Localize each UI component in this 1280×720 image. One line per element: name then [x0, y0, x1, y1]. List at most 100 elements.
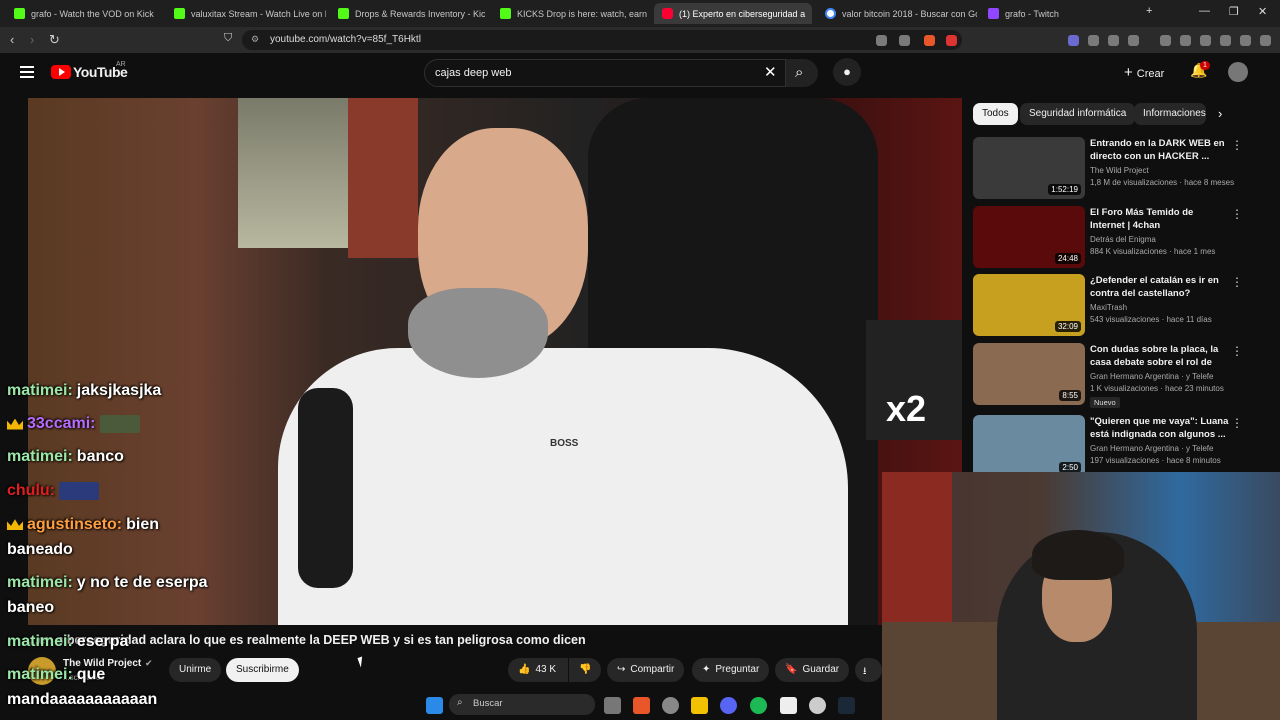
more-options-icon[interactable]: ⋮	[1231, 275, 1243, 289]
browser-tab[interactable]: valuxitax Stream - Watch Live on Kick	[166, 3, 326, 24]
settings-icon[interactable]	[662, 697, 679, 714]
more-options-icon[interactable]: ⋮	[1231, 416, 1243, 430]
forward-icon[interactable]: ›	[30, 32, 34, 47]
brave-rewards-icon[interactable]	[946, 35, 957, 46]
extension-icon[interactable]	[1068, 35, 1079, 46]
more-options-icon[interactable]: ⋮	[1231, 207, 1243, 221]
steam-icon[interactable]	[838, 697, 855, 714]
chat-emote-icon	[99, 415, 140, 433]
create-button[interactable]: + Crear	[1124, 64, 1164, 81]
reload-icon[interactable]: ↻	[49, 32, 60, 48]
more-options-icon[interactable]: ⋮	[1231, 138, 1243, 152]
video-title[interactable]: Entrando en la DARK WEB en directo con u…	[1090, 138, 1230, 163]
channel-name[interactable]: Gran Hermano Argentina · y Telefe	[1090, 372, 1213, 381]
channel-name[interactable]: MaxiTrash	[1090, 303, 1127, 312]
spotify-icon[interactable]	[750, 697, 767, 714]
file-explorer-icon[interactable]	[691, 697, 708, 714]
voice-search-icon[interactable]: ●	[833, 58, 861, 86]
search-button[interactable]: ⌕	[786, 59, 818, 87]
browser-tab-strip: grafo - Watch the VOD on Kick valuxitax …	[0, 0, 1280, 27]
hamburger-menu-icon[interactable]	[20, 66, 34, 78]
download-button[interactable]: ⭳	[855, 658, 882, 682]
leo-icon[interactable]	[1220, 35, 1231, 46]
channel-name[interactable]: Detrás del Enigma	[1090, 235, 1156, 244]
share-button[interactable]: ↪ Compartir	[607, 658, 685, 682]
recommended-video[interactable]: 24:48 El Foro Más Temido de Internet | 4…	[973, 206, 1253, 272]
search-input[interactable]: cajas deep web	[424, 59, 786, 87]
back-icon[interactable]: ‹	[10, 32, 14, 47]
chevron-right-icon[interactable]: ›	[1218, 106, 1222, 121]
video-title[interactable]: El Foro Más Temido de Internet | 4chan	[1090, 207, 1230, 232]
channel-name[interactable]: The Wild Project	[1090, 166, 1149, 175]
sidebar-icon[interactable]	[1180, 35, 1191, 46]
ask-label: Preguntar	[715, 664, 760, 675]
new-tab-icon[interactable]: +	[1146, 5, 1152, 17]
thumbs-down-icon: 👎	[579, 664, 592, 675]
windows-start-icon[interactable]	[426, 697, 443, 714]
video-title[interactable]: ¿Defender el catalán es ir en contra del…	[1090, 275, 1230, 300]
browser-tab[interactable]: KICKS Drop is here: watch, earn entr	[492, 3, 647, 24]
ask-button[interactable]: ✦ Preguntar	[692, 658, 770, 682]
share-icon[interactable]	[899, 35, 910, 46]
video-thumbnail[interactable]: 1:52:19	[973, 137, 1085, 199]
host-shirt	[278, 348, 848, 625]
browser-tab[interactable]: grafo - Twitch	[980, 3, 1090, 24]
obs-icon[interactable]	[780, 697, 797, 714]
chip-label: Informaciones	[1143, 108, 1206, 119]
webcam-poster	[882, 472, 952, 622]
like-button[interactable]: 👍 43 K	[508, 658, 568, 682]
clear-search-icon[interactable]: ✕	[764, 63, 777, 81]
close-window-icon[interactable]: ✕	[1258, 5, 1267, 18]
chat-username: matimei:	[7, 448, 73, 465]
minimize-icon[interactable]: —	[1199, 5, 1210, 17]
taskbar-search[interactable]: ⌕ Buscar	[449, 694, 595, 715]
screen-cast-icon[interactable]	[876, 35, 887, 46]
discord-icon[interactable]	[720, 697, 737, 714]
more-options-icon[interactable]: ⋮	[1231, 344, 1243, 358]
browser-tab[interactable]: grafo - Watch the VOD on Kick	[6, 3, 161, 24]
video-thumbnail[interactable]: 32:09	[973, 274, 1085, 336]
site-info-icon[interactable]: ⚙	[251, 34, 259, 45]
chip-informaciones[interactable]: Informaciones	[1134, 103, 1206, 125]
recommended-video[interactable]: 8:55 Con dudas sobre la placa, la casa d…	[973, 343, 1253, 409]
bookmark-icon[interactable]: ⛉	[224, 32, 232, 45]
recommended-video[interactable]: 32:09 ¿Defender el catalán es ir en cont…	[973, 274, 1253, 340]
chat-text: que	[76, 666, 106, 683]
search-value: cajas deep web	[435, 67, 512, 79]
taskbar-search-placeholder: Buscar	[473, 698, 503, 709]
video-title[interactable]: "Quieren que me vaya": Luana está indign…	[1090, 416, 1230, 441]
url-field[interactable]: ⚙ youtube.com/watch?v=85f_T6Hktl	[242, 30, 962, 50]
brave-shields-icon[interactable]	[924, 35, 935, 46]
video-title[interactable]: Con dudas sobre la placa, la casa debate…	[1090, 344, 1230, 369]
brave-browser-icon[interactable]	[633, 697, 650, 714]
video-thumbnail[interactable]: 8:55	[973, 343, 1085, 405]
vpn-icon[interactable]	[1240, 35, 1251, 46]
recommended-video[interactable]: 1:52:19 Entrando en la DARK WEB en direc…	[973, 137, 1253, 203]
media-icon[interactable]	[1160, 35, 1171, 46]
browser-tab-active[interactable]: (1) Experto en ciberseguridad a ✕	[654, 3, 812, 24]
video-duration: 1:52:19	[1048, 184, 1081, 195]
video-thumbnail[interactable]: 2:50	[973, 415, 1085, 477]
chip-seguridad-informatica[interactable]: Seguridad informática	[1020, 103, 1136, 125]
ccleaner-icon[interactable]	[809, 697, 826, 714]
video-thumbnail[interactable]: 24:48	[973, 206, 1085, 268]
extension-icon[interactable]	[1108, 35, 1119, 46]
menu-icon[interactable]	[1260, 35, 1271, 46]
maximize-icon[interactable]: ❐	[1229, 5, 1239, 18]
account-avatar[interactable]	[1228, 62, 1248, 82]
task-view-icon[interactable]	[604, 697, 621, 714]
chat-message: matimei: banco	[7, 448, 124, 466]
extension-icon[interactable]	[1088, 35, 1099, 46]
save-button[interactable]: 🔖 Guardar	[775, 658, 850, 682]
video-meta: 543 visualizaciones · hace 11 días	[1090, 315, 1212, 324]
extension-icon[interactable]	[1128, 35, 1139, 46]
channel-name[interactable]: Gran Hermano Argentina · y Telefe	[1090, 444, 1213, 453]
chat-message: matimei: eserpa	[7, 633, 128, 651]
youtube-logo-icon[interactable]	[51, 65, 71, 79]
dislike-button[interactable]: 👎	[569, 658, 601, 682]
chip-todos[interactable]: Todos	[973, 103, 1018, 125]
chat-message-continuation: mandaaaaaaaaaaan	[7, 691, 157, 709]
wallet-icon[interactable]	[1200, 35, 1211, 46]
browser-tab[interactable]: Drops & Rewards Inventory - Kick St	[330, 3, 485, 24]
browser-tab[interactable]: valor bitcoin 2018 - Buscar con Goo	[817, 3, 977, 24]
